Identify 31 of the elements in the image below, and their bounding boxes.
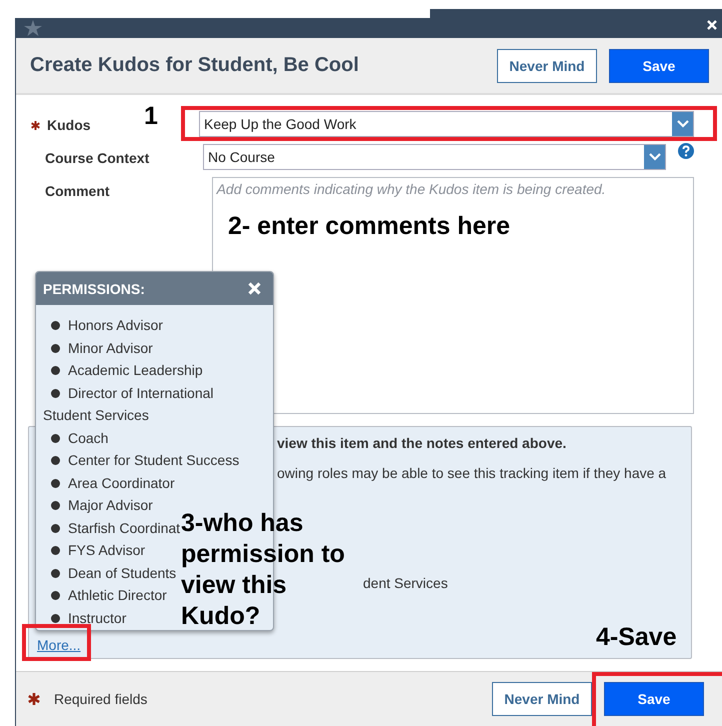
role-item: Center for Student Success	[43, 449, 255, 472]
chevron-down-icon	[672, 112, 693, 136]
annotation-text: 3-who has permission to view this Kudo?	[181, 508, 346, 632]
field-label: Comment	[45, 183, 110, 200]
close-icon[interactable]	[707, 20, 717, 30]
save-button[interactable]: Save	[604, 682, 704, 716]
role-item: Area Coordinator	[43, 472, 255, 494]
field-label: Kudos	[47, 117, 91, 134]
field-label: Course Context	[45, 150, 150, 166]
permissions-text: view this item and the notes entered above.	[277, 435, 566, 452]
cancel-button[interactable]: Never Mind	[497, 48, 597, 83]
more-link[interactable]: More...	[37, 637, 81, 654]
annotation-text: 1	[144, 102, 158, 131]
popup-title: PERMISSIONS:	[43, 280, 145, 296]
help-icon[interactable]	[678, 143, 694, 160]
role-item: Coach	[43, 426, 255, 449]
dropdown-field[interactable]: Keep Up the Good Work	[199, 111, 694, 138]
dialog-title: Create Kudos for Student, Be Cool	[30, 54, 359, 78]
save-button[interactable]: Save	[609, 48, 709, 83]
required-note: Required fields	[54, 691, 148, 708]
permissions-text: dent Services	[363, 575, 448, 592]
permissions-text: owing roles may be able to see this tracking item if they have a	[277, 465, 666, 482]
star-icon	[24, 20, 42, 36]
annotation-text: 2- enter comments here	[228, 212, 510, 241]
cancel-button[interactable]: Never Mind	[492, 682, 592, 716]
annotation-text: 4-Save	[596, 623, 677, 652]
dropdown-field[interactable]: No Course	[203, 144, 666, 170]
chevron-down-icon	[644, 145, 665, 170]
highlight-frame	[22, 624, 91, 661]
required-icon	[28, 693, 40, 706]
close-icon[interactable]	[248, 282, 261, 295]
